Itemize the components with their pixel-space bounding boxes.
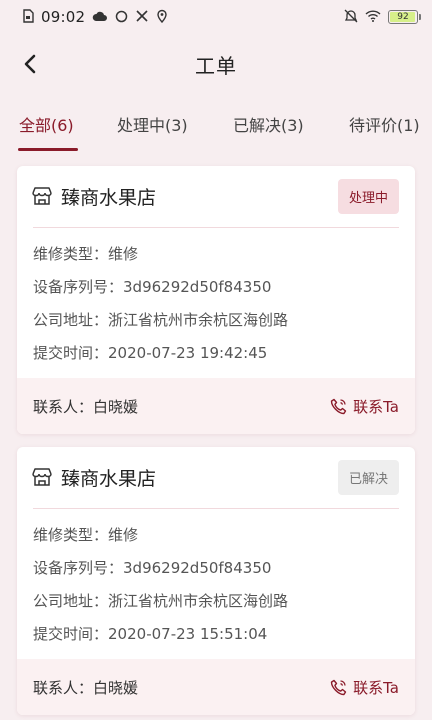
contact-label: 联系人：	[33, 397, 94, 416]
phone-icon	[330, 679, 347, 695]
nav-bar: 工单	[0, 40, 432, 88]
field-value: 3d96292d50f84350	[123, 559, 272, 577]
field-label: 维修类型：	[33, 526, 109, 544]
field-company-address: 公司地址：浙江省杭州市余杭区海创路	[33, 304, 399, 337]
tab-all[interactable]: 全部(6)	[19, 100, 74, 152]
field-device-serial: 设备序列号：3d96292d50f84350	[33, 552, 399, 585]
wifi-icon	[365, 10, 381, 24]
field-label: 提交时间：	[33, 625, 109, 643]
field-label: 维修类型：	[33, 245, 109, 263]
field-repair-type: 维修类型：维修	[33, 519, 399, 552]
card-body: 维修类型：维修 设备序列号：3d96292d50f84350 公司地址：浙江省杭…	[33, 519, 399, 651]
battery-level: 92	[397, 12, 409, 22]
battery-icon: 92	[388, 10, 421, 24]
card-footer: 联系人：白晓媛 联系Ta	[17, 378, 415, 434]
tab-active-indicator	[18, 148, 78, 151]
field-label: 设备序列号：	[33, 559, 124, 577]
field-value: 浙江省杭州市余杭区海创路	[108, 311, 289, 329]
tab-resolved[interactable]: 已解决(3)	[233, 100, 304, 152]
page-title: 工单	[195, 53, 237, 78]
shop-name: 臻商水果店	[61, 186, 157, 209]
contact-button[interactable]: 联系Ta	[330, 396, 399, 417]
location-icon	[156, 9, 168, 25]
field-label: 设备序列号：	[33, 278, 124, 296]
tab-processing[interactable]: 处理中(3)	[117, 100, 188, 152]
card-divider	[33, 227, 399, 228]
field-company-address: 公司地址：浙江省杭州市余杭区海创路	[33, 585, 399, 618]
status-badge: 已解决	[337, 459, 399, 495]
status-badge: 处理中	[337, 178, 399, 214]
field-submit-time: 提交时间：2020-07-23 15:51:04	[33, 618, 399, 651]
tab-pending-review[interactable]: 待评价(1)	[349, 100, 420, 152]
sim-icon	[22, 9, 34, 25]
field-device-serial: 设备序列号：3d96292d50f84350	[33, 271, 399, 304]
contact-person: 联系人：白晓媛	[33, 677, 138, 698]
field-value: 维修	[108, 526, 139, 544]
phone-icon	[330, 398, 347, 414]
status-left: 09:02	[22, 8, 168, 26]
tools-icon	[135, 9, 149, 25]
field-value: 2020-07-23 19:42:45	[108, 344, 268, 362]
card-header: 臻商水果店 已解决	[17, 447, 415, 507]
contact-name: 白晓媛	[93, 678, 139, 697]
back-arrow-icon	[24, 54, 36, 74]
contact-person: 联系人：白晓媛	[33, 396, 138, 417]
contact-button-label: 联系Ta	[353, 678, 399, 697]
card-header: 臻商水果店 处理中	[17, 166, 415, 226]
work-order-card[interactable]: 臻商水果店 处理中 维修类型：维修 设备序列号：3d96292d50f84350…	[17, 166, 415, 434]
card-body: 维修类型：维修 设备序列号：3d96292d50f84350 公司地址：浙江省杭…	[33, 238, 399, 370]
status-bar: 09:02 92	[0, 0, 432, 34]
shop-icon	[31, 185, 53, 207]
status-time: 09:02	[41, 8, 86, 26]
field-submit-time: 提交时间：2020-07-23 19:42:45	[33, 337, 399, 370]
card-footer: 联系人：白晓媛 联系Ta	[17, 659, 415, 715]
contact-button-label: 联系Ta	[353, 397, 399, 416]
field-value: 2020-07-23 15:51:04	[108, 625, 268, 643]
contact-button[interactable]: 联系Ta	[330, 677, 399, 698]
field-value: 3d96292d50f84350	[123, 278, 272, 296]
field-value: 浙江省杭州市余杭区海创路	[108, 592, 289, 610]
field-value: 维修	[108, 245, 139, 263]
shop-name: 臻商水果店	[61, 467, 157, 490]
shop-icon	[31, 466, 53, 488]
field-label: 公司地址：	[33, 311, 109, 329]
cloud-icon	[92, 10, 108, 24]
back-button[interactable]	[14, 48, 46, 80]
card-divider	[33, 508, 399, 509]
mute-icon	[344, 9, 358, 25]
circle-icon	[115, 10, 128, 25]
contact-label: 联系人：	[33, 678, 94, 697]
work-order-card[interactable]: 臻商水果店 已解决 维修类型：维修 设备序列号：3d96292d50f84350…	[17, 447, 415, 715]
contact-name: 白晓媛	[93, 397, 139, 416]
field-label: 提交时间：	[33, 344, 109, 362]
tab-bar: 全部(6) 处理中(3) 已解决(3) 待评价(1)	[0, 100, 432, 152]
status-right: 92	[344, 9, 421, 25]
field-label: 公司地址：	[33, 592, 109, 610]
field-repair-type: 维修类型：维修	[33, 238, 399, 271]
